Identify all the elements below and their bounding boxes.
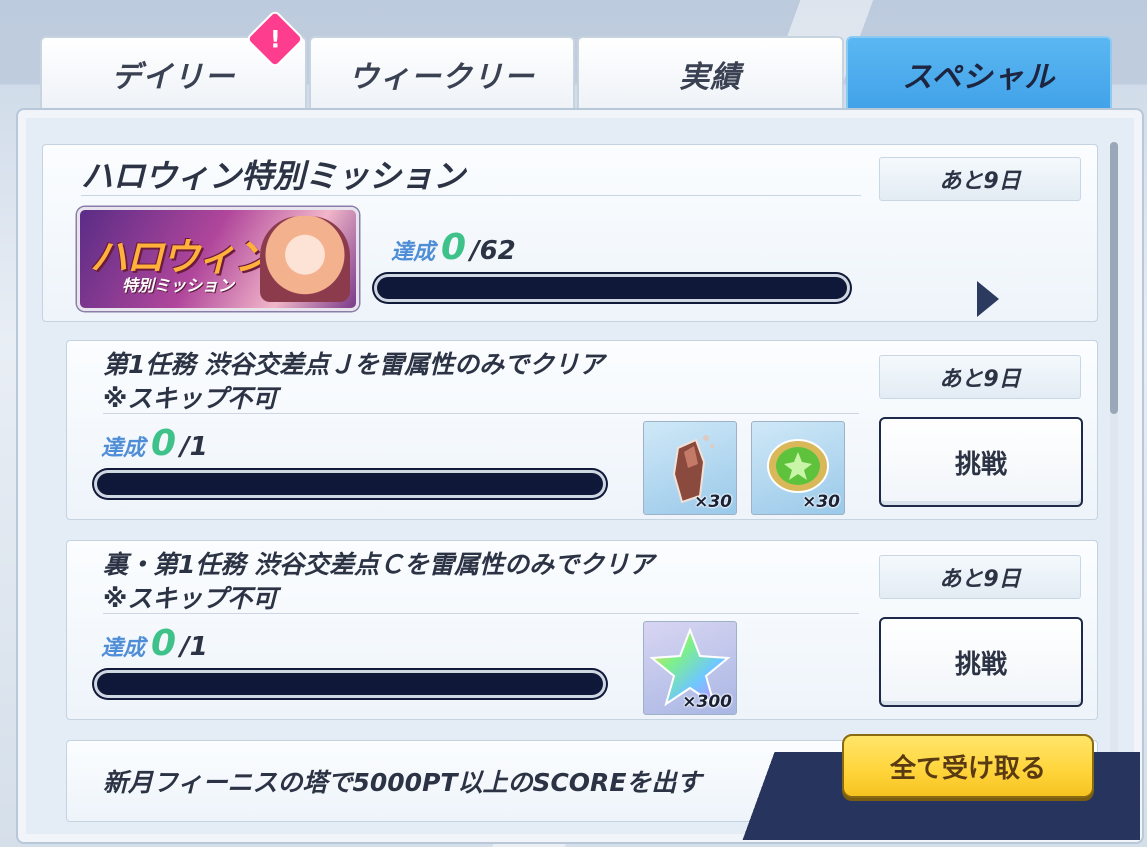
reward-crystal-shard[interactable]: ×30: [643, 421, 737, 515]
tab-special[interactable]: スペシャル: [845, 36, 1112, 110]
banner-character-icon: [260, 216, 350, 302]
progress-total: /1: [180, 432, 208, 462]
mission-progress-bar: [97, 673, 603, 695]
tab-daily-label: デイリー: [111, 60, 236, 95]
banner-subtitle: 特別ミッション: [122, 276, 235, 295]
reward-qty: ×30: [802, 492, 840, 512]
progress-current: 0: [441, 227, 467, 268]
mission-title-line1: 第1任務 渋谷交差点Ｊを雷属性のみでクリア: [103, 350, 605, 379]
reward-rainbow-star[interactable]: ×300: [643, 621, 737, 715]
mission-card-2: 裏・第1任務 渋谷交差点Ｃを雷属性のみでクリア ※スキップ不可 あと9日 達成 …: [66, 540, 1098, 720]
challenge-button[interactable]: 挑戦: [879, 417, 1083, 507]
progress-word: 達成: [391, 240, 436, 265]
chevron-right-icon[interactable]: [977, 281, 999, 317]
event-card[interactable]: ハロウィン特別ミッション あと9日 ハロウィン 特別ミッション 達成 0 /62: [42, 144, 1098, 322]
progress-total: /1: [180, 632, 208, 662]
receive-all-button[interactable]: 全て受け取る: [842, 734, 1094, 798]
reward-qty: ×300: [682, 692, 732, 712]
progress-total: /62: [470, 236, 516, 266]
mission-tabs: デイリー ウィークリー 実績 スペシャル: [40, 36, 1112, 110]
tab-achievements[interactable]: 実績: [577, 36, 844, 110]
reward-qty: ×30: [694, 492, 732, 512]
progress-current: 0: [151, 623, 177, 664]
mission-title-line2: ※スキップ不可: [103, 584, 278, 613]
tab-weekly[interactable]: ウィークリー: [308, 36, 575, 110]
mission-title-line1: 新月フィーニスの塔で5000PT以上のSCOREを出す: [103, 768, 702, 797]
progress-current: 0: [151, 423, 177, 464]
days-left-badge: あと9日: [879, 355, 1081, 399]
days-left-badge: あと9日: [879, 157, 1081, 201]
divider: [103, 613, 859, 614]
divider: [103, 413, 859, 414]
tab-weekly-label: ウィークリー: [348, 60, 535, 95]
event-banner: ハロウィン 特別ミッション: [77, 207, 359, 311]
tab-special-label: スペシャル: [902, 60, 1056, 95]
event-progress-label: 達成 0 /62: [391, 227, 516, 268]
alert-badge-text: !: [269, 24, 281, 53]
mission-card-1: 第1任務 渋谷交差点Ｊを雷属性のみでクリア ※スキップ不可 あと9日 達成 0 …: [66, 340, 1098, 520]
mission-title-line1: 裏・第1任務 渋谷交差点Ｃを雷属性のみでクリア: [103, 550, 655, 579]
event-progress-bar: [377, 277, 847, 299]
event-title: ハロウィン特別ミッション: [81, 157, 466, 195]
mission-progress-label: 達成 0 /1: [101, 623, 208, 664]
progress-word: 達成: [101, 436, 146, 461]
reward-green-gem[interactable]: ×30: [751, 421, 845, 515]
progress-word: 達成: [101, 636, 146, 661]
challenge-button[interactable]: 挑戦: [879, 617, 1083, 707]
mission-progress-bar: [97, 473, 603, 495]
scrollbar-thumb[interactable]: [1110, 142, 1118, 414]
divider: [81, 195, 861, 196]
tab-achievements-label: 実績: [679, 60, 742, 95]
mission-progress-label: 達成 0 /1: [101, 423, 208, 464]
days-left-badge: あと9日: [879, 555, 1081, 599]
mission-title-line2: ※スキップ不可: [103, 384, 278, 413]
